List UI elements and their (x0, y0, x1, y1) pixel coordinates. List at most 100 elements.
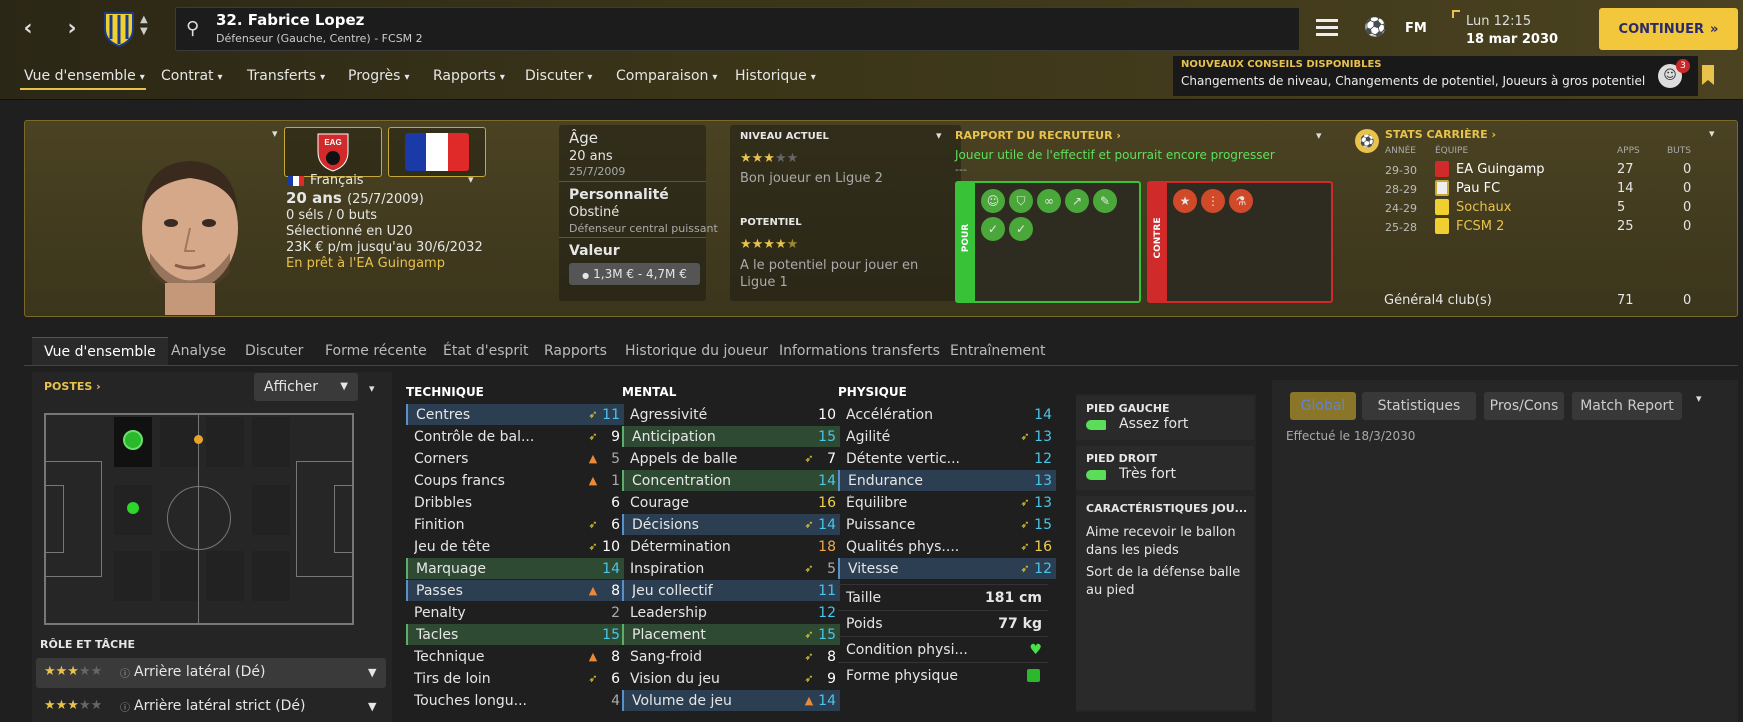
technique-attribute-row[interactable]: Coups francs ▲ 1 (406, 470, 624, 491)
position-dot-awkward[interactable] (194, 435, 203, 444)
technique-attribute-row[interactable]: Tirs de loin ➶ 6 (406, 668, 624, 689)
chevron-down-icon[interactable]: ▼ (368, 666, 376, 679)
physique-attribute-row[interactable]: Endurance 13 (838, 470, 1056, 491)
loan-status[interactable]: En prêt à l'EA Guingamp (286, 256, 445, 271)
profile-dropdown-icon[interactable]: ▾ (468, 173, 474, 186)
tab-transfer-info[interactable]: Informations transferts (779, 343, 940, 359)
technique-attribute-row[interactable]: Touches longu... 4 (406, 690, 624, 711)
tab-morale[interactable]: État d'esprit (443, 343, 529, 359)
pitch-position[interactable] (206, 551, 244, 601)
career-stats-link[interactable]: STATS CARRIÈRE › (1385, 128, 1496, 141)
club-crest-icon[interactable] (103, 11, 135, 48)
physique-attribute-row[interactable]: Agilité ➶ 13 (838, 426, 1056, 447)
pitch-position[interactable] (160, 551, 198, 601)
menu-icon[interactable] (1316, 19, 1338, 37)
pitch-position[interactable] (252, 485, 290, 535)
report-tab-stats[interactable]: Statistiques (1362, 392, 1476, 420)
mental-attribute-row[interactable]: Leadership 12 (622, 602, 840, 623)
pitch-position[interactable] (252, 417, 290, 467)
technique-attribute-row[interactable]: Finition ➶ 6 (406, 514, 624, 535)
advice-banner[interactable]: NOUVEAUX CONSEILS DISPONIBLES Changement… (1173, 56, 1698, 96)
position-dot-accomplished[interactable] (127, 502, 139, 514)
mental-attribute-row[interactable]: Courage 16 (622, 492, 840, 513)
technique-attribute-row[interactable]: Corners ▲ 5 (406, 448, 624, 469)
bookmark-icon[interactable] (1702, 65, 1714, 85)
menu-overview[interactable]: Vue d'ensemble ▾ (24, 68, 145, 84)
show-dropdown[interactable]: Afficher ▼ (254, 373, 358, 401)
tab-overview[interactable]: Vue d'ensemble (32, 337, 168, 365)
role-item[interactable]: ★★★★★ ⓘ Arrière latéral (Dé) ▼ (36, 658, 386, 688)
position-dot-natural[interactable] (123, 430, 143, 450)
club-badge[interactable]: EAG (284, 127, 382, 177)
report-tab-match[interactable]: Match Report (1572, 392, 1682, 420)
scout-dropdown-icon[interactable]: ▾ (1316, 129, 1322, 142)
fm-logo[interactable]: FM (1405, 21, 1427, 36)
career-team[interactable]: Pau FC (1456, 181, 1500, 196)
tab-discuss[interactable]: Discuter (245, 343, 303, 359)
menu-transfers[interactable]: Transferts ▾ (247, 68, 325, 84)
menu-discuss[interactable]: Discuter ▾ (525, 68, 592, 84)
technique-attribute-row[interactable]: Passes ▲ 8 (406, 580, 624, 601)
ball-icon[interactable]: ⚽ (1364, 17, 1386, 38)
mental-attribute-row[interactable]: Détermination 18 (622, 536, 840, 557)
menu-comparison[interactable]: Comparaison ▾ (616, 68, 717, 84)
technique-attribute-row[interactable]: Centres ➶ 11 (406, 404, 624, 425)
forward-arrow-icon[interactable]: › (58, 14, 86, 42)
ability-dropdown-icon[interactable]: ▾ (936, 129, 942, 142)
technique-attribute-row[interactable]: Marquage 14 (406, 558, 624, 579)
technique-attribute-row[interactable]: Jeu de tête ➶ 10 (406, 536, 624, 557)
technique-attribute-row[interactable]: Technique ▲ 8 (406, 646, 624, 667)
mental-attribute-row[interactable]: Sang-froid ➶ 8 (622, 646, 840, 667)
physique-attribute-row[interactable]: Équilibre ➶ 13 (838, 492, 1056, 513)
physique-attribute-row[interactable]: Accélération 14 (838, 404, 1056, 425)
pitch-position[interactable] (160, 417, 198, 467)
menu-progress[interactable]: Progrès ▾ (348, 68, 409, 84)
career-team[interactable]: EA Guingamp (1456, 162, 1545, 177)
positions-link[interactable]: POSTES › (44, 380, 101, 393)
tab-analysis[interactable]: Analyse (171, 343, 226, 359)
report-dropdown-icon[interactable]: ▾ (1696, 392, 1702, 405)
technique-attribute-row[interactable]: Dribbles 6 (406, 492, 624, 513)
mental-attribute-row[interactable]: Jeu collectif 11 (622, 580, 840, 601)
pitch-position[interactable] (206, 417, 244, 467)
portrait-dropdown-icon[interactable]: ▾ (272, 127, 278, 140)
club-switch-icon[interactable]: ▲ ▼ (140, 14, 148, 38)
physique-attribute-row[interactable]: Puissance ➶ 15 (838, 514, 1056, 535)
mental-attribute-row[interactable]: Vision du jeu ➶ 9 (622, 668, 840, 689)
role-item[interactable]: ★★★★★ ⓘ Arrière latéral strict (Dé) ▼ (36, 692, 386, 722)
info-icon[interactable]: ⓘ (120, 665, 130, 680)
tab-player-history[interactable]: Historique du joueur (625, 343, 768, 359)
pitch-position[interactable] (114, 551, 152, 601)
physique-attribute-row[interactable]: Vitesse ➶ 12 (838, 558, 1056, 579)
menu-reports[interactable]: Rapports ▾ (433, 68, 505, 84)
mental-attribute-row[interactable]: Agressivité 10 (622, 404, 840, 425)
back-arrow-icon[interactable]: ‹ (14, 14, 42, 42)
panel-dropdown-icon[interactable]: ▾ (369, 382, 375, 395)
mental-attribute-row[interactable]: Volume de jeu ▲ 14 (622, 690, 840, 711)
search-icon[interactable]: ⚲ (186, 18, 199, 39)
scout-report-link[interactable]: RAPPORT DU RECRUTEUR › (955, 129, 1121, 142)
nation-flag[interactable] (388, 127, 486, 177)
technique-attribute-row[interactable]: Tacles 15 (406, 624, 624, 645)
career-dropdown-icon[interactable]: ▾ (1709, 127, 1715, 140)
report-tab-global[interactable]: Global (1290, 392, 1356, 420)
career-team[interactable]: FCSM 2 (1456, 219, 1504, 234)
mental-attribute-row[interactable]: Anticipation 15 (622, 426, 840, 447)
career-team[interactable]: Sochaux (1456, 200, 1512, 215)
menu-history[interactable]: Historique ▾ (735, 68, 816, 84)
continue-button[interactable]: CONTINUER » (1599, 8, 1738, 50)
tab-reports[interactable]: Rapports (544, 343, 607, 359)
mental-attribute-row[interactable]: Placement ➶ 15 (622, 624, 840, 645)
info-icon[interactable]: ⓘ (120, 699, 130, 714)
technique-attribute-row[interactable]: Contrôle de bal... ➶ 9 (406, 426, 624, 447)
report-tab-pros-cons[interactable]: Pros/Cons (1484, 392, 1564, 420)
physique-attribute-row[interactable]: Qualités phys.... ➶ 16 (838, 536, 1056, 557)
mental-attribute-row[interactable]: Inspiration ➶ 5 (622, 558, 840, 579)
search-bar[interactable]: ⚲ 32. Fabrice Lopez Défenseur (Gauche, C… (175, 7, 1300, 51)
value-pill[interactable]: ● 1,3M € - 4,7M € (569, 263, 700, 285)
tab-training[interactable]: Entraînement (950, 343, 1046, 359)
mental-attribute-row[interactable]: Appels de balle ➶ 7 (622, 448, 840, 469)
technique-attribute-row[interactable]: Penalty 2 (406, 602, 624, 623)
mental-attribute-row[interactable]: Concentration 14 (622, 470, 840, 491)
menu-contract[interactable]: Contrat ▾ (161, 68, 223, 84)
